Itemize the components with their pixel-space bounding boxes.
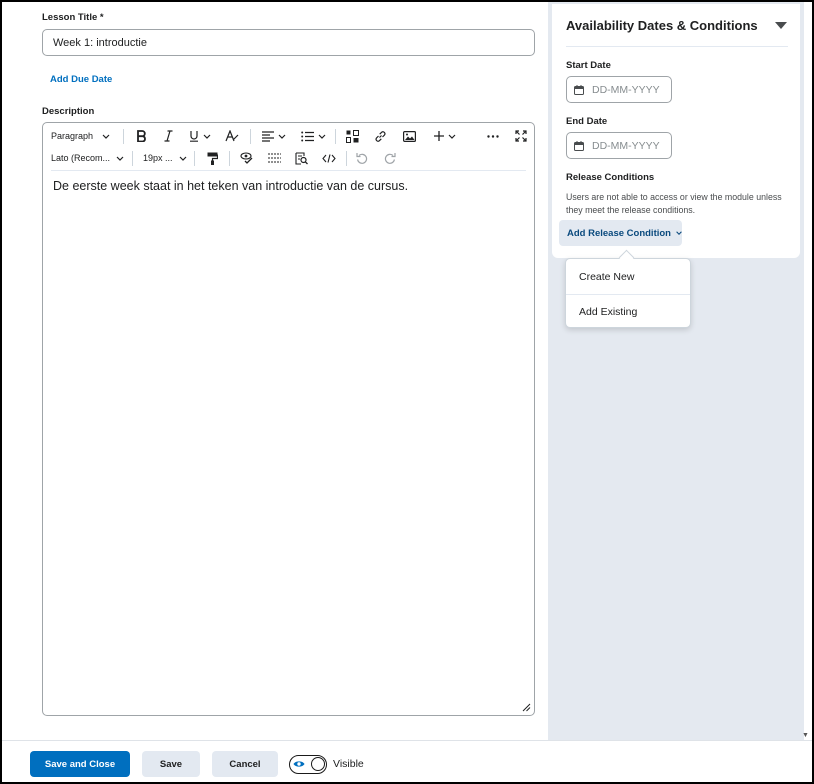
chevron-down-icon bbox=[102, 134, 110, 139]
list-button[interactable] bbox=[297, 125, 329, 147]
menu-item-add-existing[interactable]: Add Existing bbox=[566, 294, 690, 328]
font-family-label: Lato (Recom... bbox=[51, 153, 111, 163]
insert-more-button[interactable] bbox=[429, 125, 461, 147]
toolbar-separator bbox=[250, 129, 251, 144]
eye-icon bbox=[293, 761, 305, 767]
release-condition-dropdown: Create New Add Existing bbox=[565, 258, 691, 328]
link-icon bbox=[375, 130, 385, 142]
insert-element-button[interactable] bbox=[341, 125, 363, 147]
visibility-toggle[interactable] bbox=[289, 755, 327, 774]
editor-toolbar-row-1: Paragraph bbox=[43, 125, 534, 147]
plus-icon bbox=[434, 131, 444, 141]
collapse-caret-icon[interactable] bbox=[775, 22, 787, 29]
chevron-down-icon bbox=[318, 134, 325, 139]
toolbar-divider bbox=[51, 170, 526, 171]
chevron-down-icon bbox=[676, 231, 682, 235]
toolbar-separator bbox=[335, 129, 336, 144]
resize-handle-icon[interactable] bbox=[522, 703, 531, 712]
paragraph-format-select[interactable]: Paragraph bbox=[51, 125, 117, 147]
find-replace-button[interactable] bbox=[290, 147, 312, 169]
scroll-down-arrow-icon[interactable]: ▼ bbox=[802, 732, 809, 739]
redo-button[interactable] bbox=[379, 147, 401, 169]
fullscreen-icon bbox=[515, 130, 527, 142]
end-date-input[interactable]: DD-MM-YYYY bbox=[566, 132, 672, 159]
clear-format-icon bbox=[225, 130, 239, 142]
toggle-knob bbox=[311, 757, 325, 771]
chevron-down-icon bbox=[116, 156, 124, 161]
end-date-placeholder: DD-MM-YYYY bbox=[592, 139, 660, 152]
source-code-icon bbox=[322, 153, 336, 163]
menu-item-create-new[interactable]: Create New bbox=[566, 260, 690, 294]
availability-panel: Availability Dates & Conditions Start Da… bbox=[552, 4, 800, 258]
toolbar-separator bbox=[123, 129, 124, 144]
toolbar-separator bbox=[194, 151, 195, 166]
format-painter-icon bbox=[207, 152, 218, 165]
window-frame: Lesson Title * Add Due Date Description … bbox=[0, 0, 814, 784]
image-icon bbox=[402, 130, 416, 142]
availability-divider bbox=[566, 46, 788, 47]
text-format-button[interactable] bbox=[221, 125, 243, 147]
start-date-input[interactable]: DD-MM-YYYY bbox=[566, 76, 672, 103]
format-painter-button[interactable] bbox=[201, 147, 223, 169]
insert-image-button[interactable] bbox=[398, 125, 420, 147]
cancel-button[interactable]: Cancel bbox=[212, 751, 278, 777]
italic-button[interactable] bbox=[157, 125, 179, 147]
start-date-placeholder: DD-MM-YYYY bbox=[592, 83, 660, 96]
scrollbar[interactable] bbox=[804, 2, 812, 742]
underline-button[interactable] bbox=[185, 125, 215, 147]
accessibility-check-button[interactable] bbox=[235, 147, 257, 169]
more-actions-button[interactable] bbox=[482, 125, 504, 147]
underline-icon bbox=[190, 131, 198, 142]
font-family-select[interactable]: Lato (Recom... bbox=[51, 147, 125, 169]
chevron-down-icon bbox=[448, 134, 456, 139]
toolbar-separator bbox=[132, 151, 133, 166]
font-size-select[interactable]: 19px ... bbox=[143, 147, 189, 169]
more-icon bbox=[487, 134, 499, 138]
footer-bar: Save and Close Save Cancel Visible bbox=[2, 740, 812, 782]
save-and-close-button[interactable]: Save and Close bbox=[30, 751, 130, 777]
bold-button[interactable] bbox=[130, 125, 152, 147]
list-icon bbox=[300, 131, 314, 141]
visible-label: Visible bbox=[333, 758, 364, 770]
undo-button[interactable] bbox=[351, 147, 373, 169]
paragraph-format-label: Paragraph bbox=[51, 131, 94, 141]
save-button[interactable]: Save bbox=[142, 751, 200, 777]
end-date-label: End Date bbox=[566, 116, 608, 127]
description-label: Description bbox=[42, 106, 95, 117]
accessibility-check-icon bbox=[239, 152, 252, 164]
calendar-icon bbox=[574, 84, 584, 95]
chevron-down-icon bbox=[179, 156, 186, 161]
align-button[interactable] bbox=[258, 125, 290, 147]
undo-icon bbox=[356, 153, 368, 164]
start-date-label: Start Date bbox=[566, 60, 611, 71]
font-size-label: 19px ... bbox=[143, 153, 173, 163]
calendar-icon bbox=[574, 140, 584, 151]
horizontal-rule-button[interactable] bbox=[263, 147, 285, 169]
italic-icon bbox=[164, 130, 172, 142]
add-release-condition-button[interactable]: Add Release Condition bbox=[559, 220, 682, 246]
fullscreen-button[interactable] bbox=[510, 125, 532, 147]
chevron-down-icon bbox=[203, 134, 211, 139]
add-release-condition-label: Add Release Condition bbox=[567, 227, 671, 239]
availability-title: Availability Dates & Conditions bbox=[566, 18, 758, 33]
release-conditions-label: Release Conditions bbox=[566, 172, 655, 183]
redo-icon bbox=[384, 153, 396, 164]
editor-content[interactable]: De eerste week staat in het teken van in… bbox=[53, 179, 408, 193]
add-due-date-link[interactable]: Add Due Date bbox=[50, 74, 112, 85]
bold-icon bbox=[136, 130, 146, 142]
release-conditions-description: Users are not able to access or view the… bbox=[566, 192, 782, 215]
editor-toolbar-row-2: Lato (Recom... 19px ... bbox=[43, 147, 534, 169]
lesson-title-input[interactable] bbox=[42, 29, 535, 56]
insert-element-icon bbox=[345, 129, 359, 143]
insert-link-button[interactable] bbox=[369, 125, 391, 147]
source-code-button[interactable] bbox=[318, 147, 340, 169]
horizontal-rule-icon bbox=[267, 153, 281, 163]
toolbar-separator bbox=[346, 151, 347, 166]
chevron-down-icon bbox=[278, 134, 286, 139]
align-icon bbox=[262, 130, 274, 142]
toolbar-separator bbox=[229, 151, 230, 166]
lesson-title-label: Lesson Title * bbox=[42, 12, 104, 23]
find-replace-icon bbox=[294, 151, 308, 165]
description-editor[interactable]: Paragraph Lato (Recom... 19px ... De eer… bbox=[42, 122, 535, 716]
